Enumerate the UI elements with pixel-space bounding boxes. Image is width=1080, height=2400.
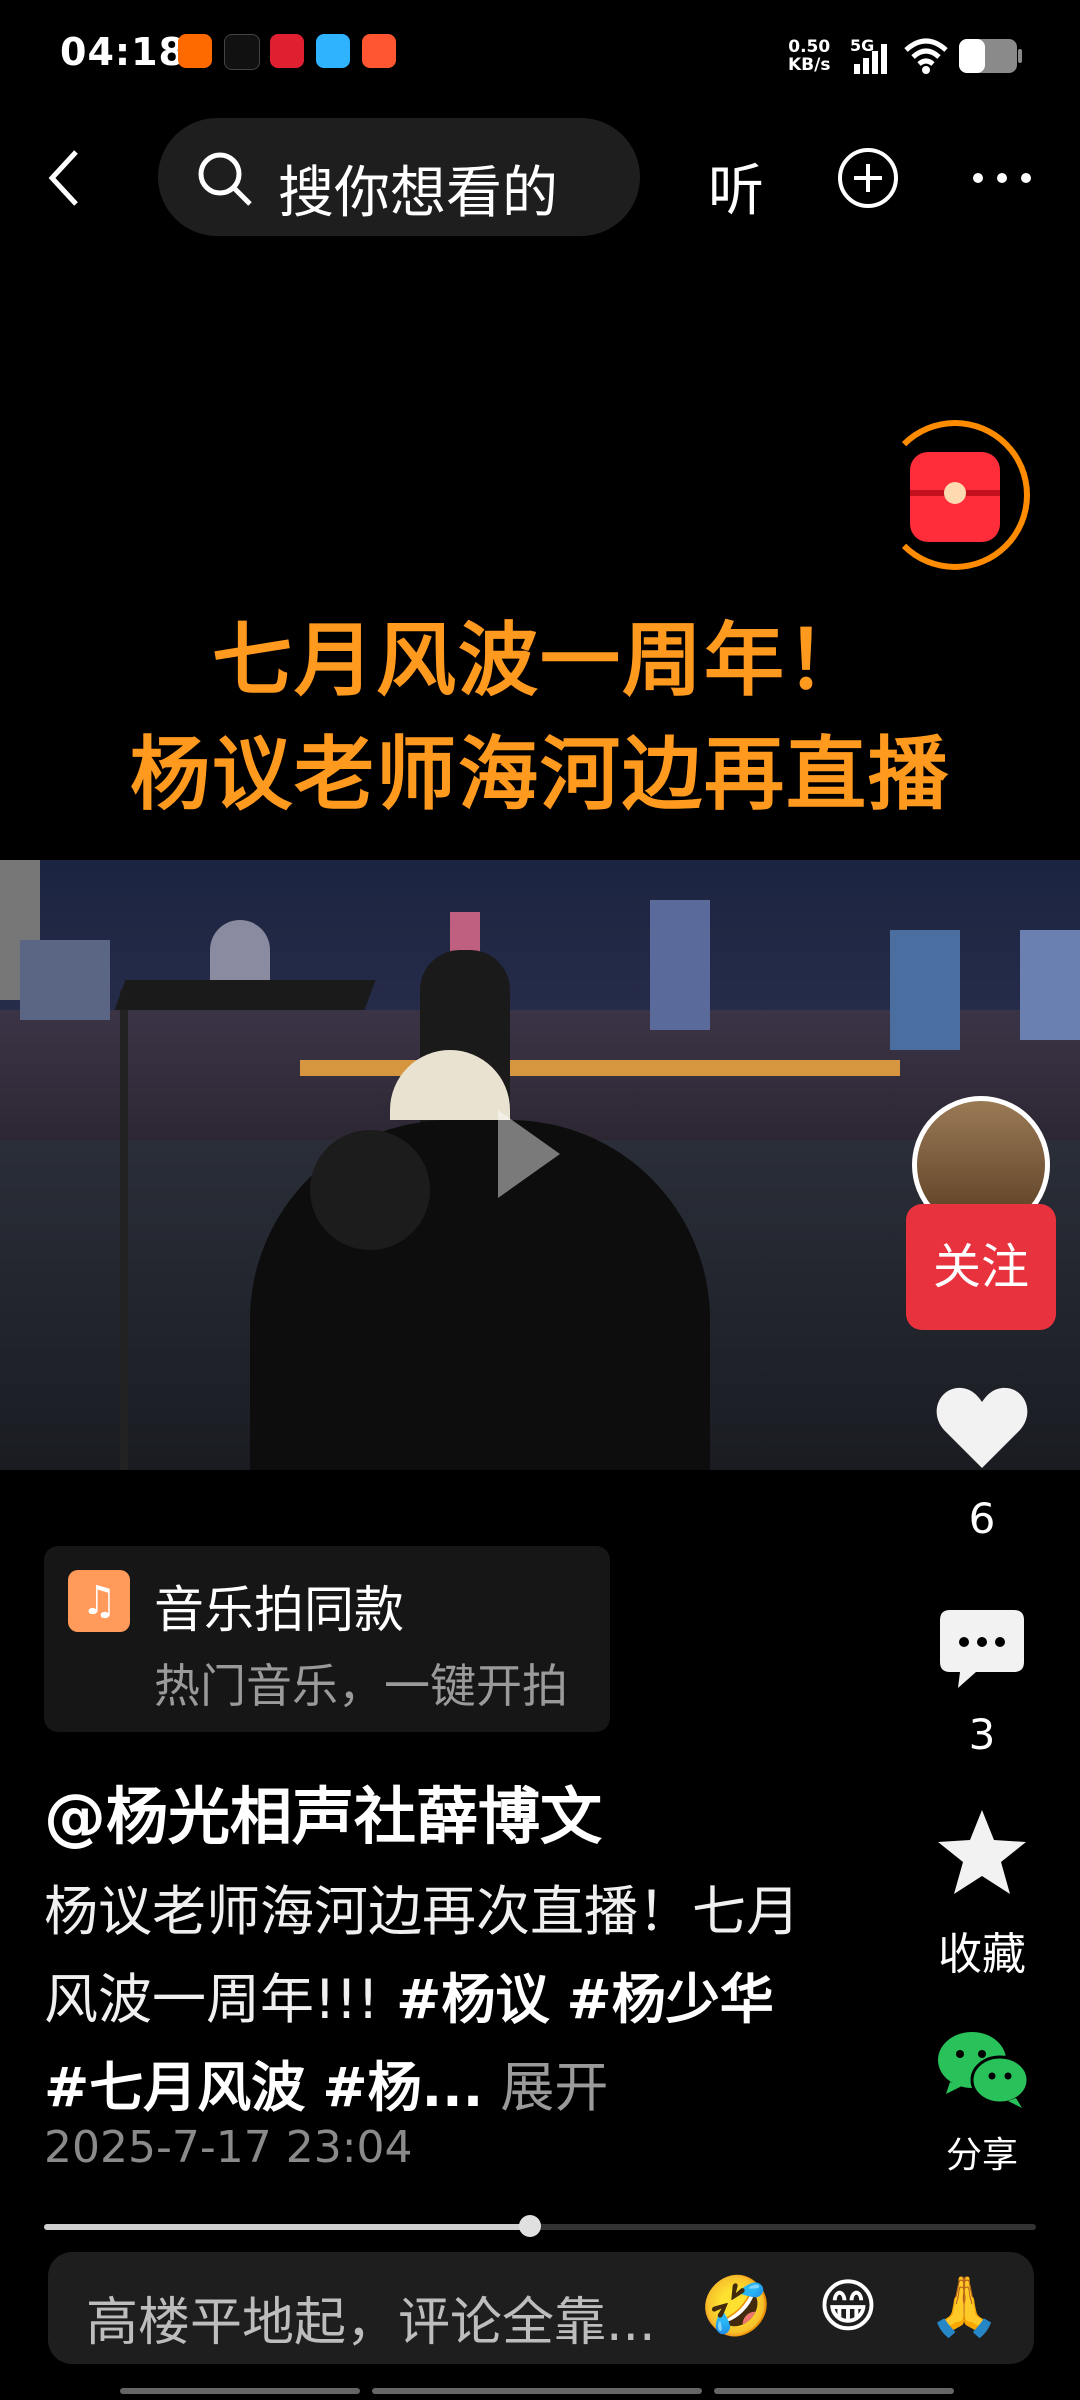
page-indicator bbox=[714, 2388, 954, 2394]
net-speed: 0.50 KB/s bbox=[788, 38, 830, 74]
search-icon bbox=[198, 152, 252, 206]
signal-icon bbox=[854, 44, 887, 74]
wifi-icon bbox=[904, 38, 948, 74]
star-icon[interactable] bbox=[934, 1806, 1030, 1898]
post-description[interactable]: 杨议老师海河边再次直播！七月风波一周年!!! #杨议 #杨少华 #七月风波 #杨… bbox=[44, 1868, 814, 2132]
author-name[interactable]: @杨光相声社薛博文 bbox=[44, 1766, 602, 1856]
likes-count: 6 bbox=[968, 1494, 996, 1543]
video-title-line2: 杨议老师海河边再直播 bbox=[130, 728, 950, 821]
status-time: 04:18 bbox=[60, 30, 186, 74]
page-indicator bbox=[120, 2388, 360, 2394]
net-speed-unit: KB/s bbox=[788, 55, 831, 75]
music-note-icon: ♫ bbox=[68, 1570, 130, 1632]
play-icon[interactable] bbox=[498, 1110, 560, 1198]
follow-button[interactable]: 关注 bbox=[906, 1204, 1056, 1330]
emoji-laugh[interactable]: 🤣 bbox=[700, 2272, 772, 2340]
video-progress-knob[interactable] bbox=[519, 2215, 542, 2237]
video-title-line1: 七月风波一周年！ bbox=[212, 614, 868, 707]
red-packet-icon[interactable] bbox=[910, 452, 1000, 542]
post-date: 2025-7-17 23:04 bbox=[44, 2122, 413, 2173]
app-icon-4 bbox=[316, 34, 350, 68]
app-icon-5 bbox=[362, 34, 396, 68]
emoji-pray[interactable]: 🙏 bbox=[928, 2272, 1000, 2340]
music-card-subtitle: 热门音乐，一键开拍 bbox=[154, 1659, 568, 1713]
listen-button[interactable]: 听 bbox=[708, 146, 764, 227]
comment-placeholder: 高楼平地起，评论全靠... bbox=[86, 2293, 656, 2353]
app-icon-tiktok bbox=[224, 34, 260, 70]
expand-link[interactable]: 展开 bbox=[500, 2056, 608, 2119]
video-progress-fill bbox=[44, 2224, 531, 2230]
hashtag[interactable]: #杨议 bbox=[396, 1968, 549, 2031]
emoji-grin[interactable]: 😁 bbox=[814, 2272, 882, 2340]
hashtag[interactable]: #杨... bbox=[322, 2056, 483, 2119]
heart-icon[interactable] bbox=[932, 1378, 1032, 1478]
search-placeholder: 搜你想看的 bbox=[278, 161, 558, 226]
wechat-icon[interactable] bbox=[936, 2030, 1030, 2110]
hashtag[interactable]: #杨少华 bbox=[567, 1968, 774, 2031]
net-speed-value: 0.50 bbox=[788, 37, 831, 57]
plus-circle-icon[interactable] bbox=[838, 148, 898, 208]
hashtag[interactable]: #七月风波 bbox=[44, 2056, 305, 2119]
back-icon[interactable] bbox=[44, 148, 84, 208]
battery-icon bbox=[959, 39, 1022, 73]
app-icon-3 bbox=[270, 34, 304, 68]
favorite-label[interactable]: 收藏 bbox=[912, 1918, 1052, 1982]
comment-icon[interactable] bbox=[936, 1606, 1028, 1694]
app-icon-1 bbox=[178, 34, 212, 68]
share-label[interactable]: 分享 bbox=[912, 2126, 1052, 2178]
music-card-title: 音乐拍同款 bbox=[154, 1581, 404, 1639]
more-icon[interactable] bbox=[970, 170, 1034, 186]
page-indicator bbox=[372, 2388, 702, 2394]
comments-count: 3 bbox=[968, 1710, 996, 1759]
